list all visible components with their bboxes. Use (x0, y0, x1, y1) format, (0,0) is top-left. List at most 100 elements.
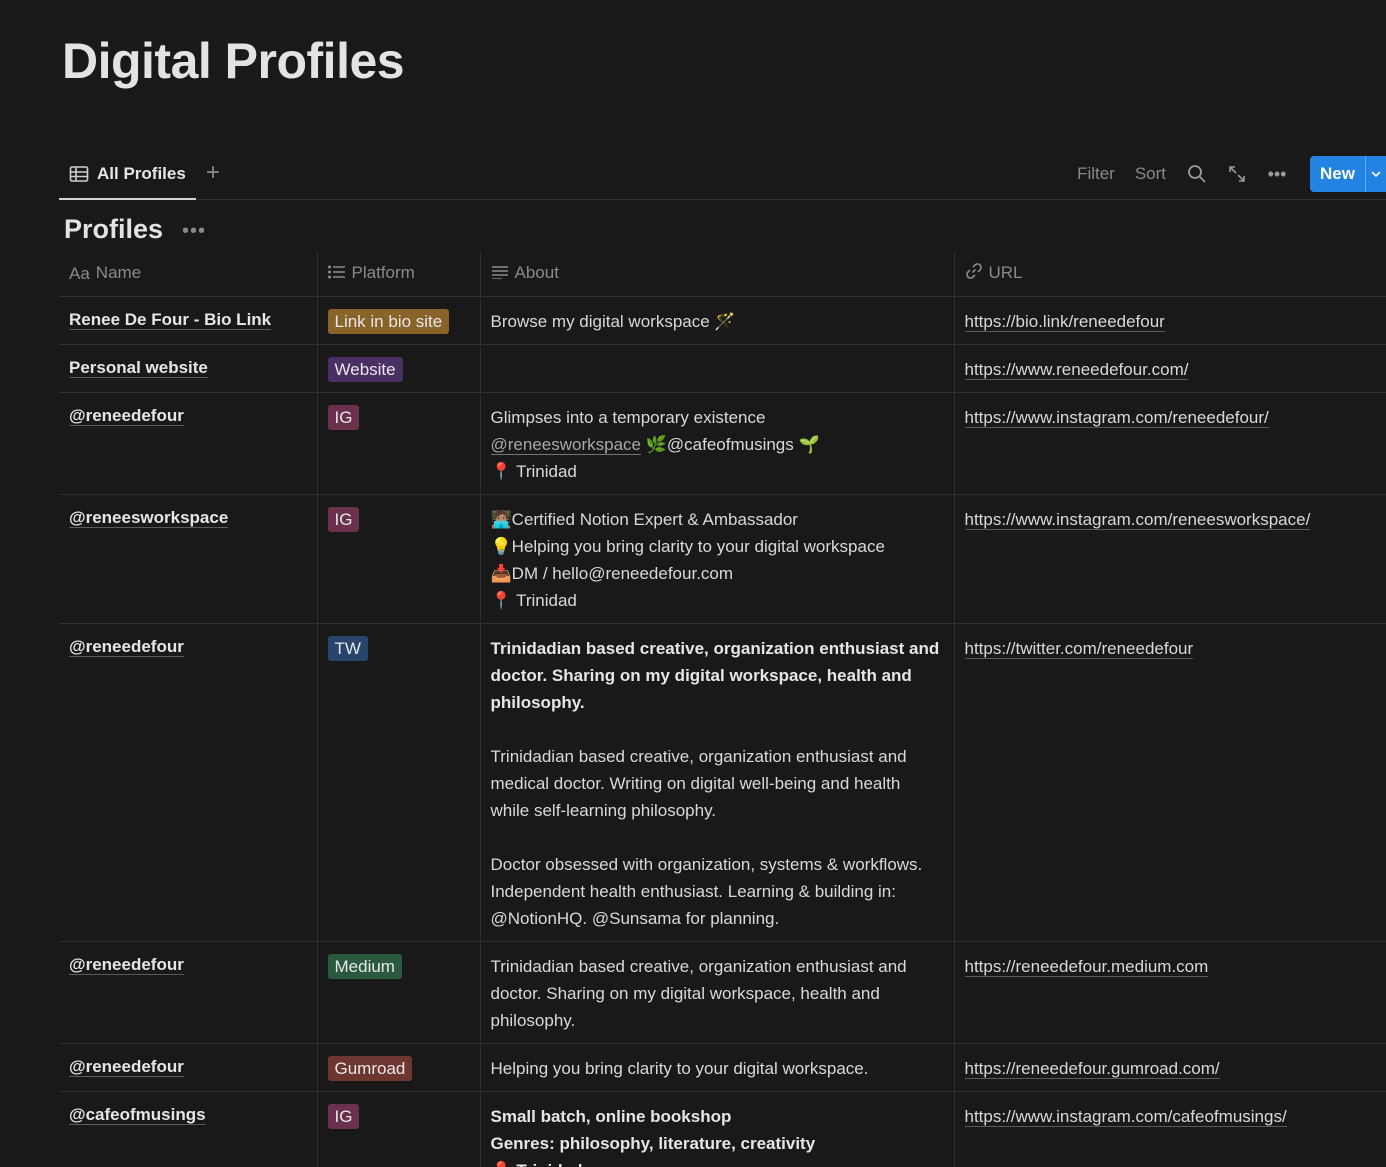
row-name[interactable]: @reneedefour (69, 636, 184, 657)
about-cell[interactable]: Small batch, online bookshop Genres: phi… (480, 1091, 955, 1167)
platform-cell[interactable]: IG (317, 1091, 481, 1167)
about-text: Trinidadian based creative, organization… (490, 638, 940, 712)
platform-cell[interactable]: IG (317, 392, 481, 495)
table-row[interactable]: @reneedefour Medium Trinidadian based cr… (59, 941, 1386, 1044)
about-text: 📍 Trinidad (490, 461, 577, 481)
row-name[interactable]: Renee De Four - Bio Link (69, 309, 272, 330)
column-header-platform[interactable]: Platform (317, 252, 481, 297)
new-button-label[interactable]: New (1310, 156, 1366, 192)
name-cell[interactable]: @reneedefour (59, 623, 318, 942)
about-text: 🧑🏽‍💻Certified Notion Expert & Ambassador… (490, 509, 885, 610)
toolbar-actions: Filter Sort ••• New (1077, 156, 1386, 192)
search-icon[interactable] (1186, 163, 1208, 185)
platform-cell[interactable]: Website (317, 344, 481, 393)
platform-cell[interactable]: TW (317, 623, 481, 942)
tab-label: All Profiles (97, 164, 186, 183)
group-title: Profiles (64, 214, 164, 244)
database-page: Digital Profiles All Profiles + Filter S… (0, 0, 1386, 1167)
url-cell[interactable]: https://bio.link/reneedefour (954, 296, 1386, 345)
column-header-about[interactable]: About (480, 252, 955, 297)
url-link[interactable]: https://reneedefour.gumroad.com/ (964, 1058, 1220, 1079)
table-row[interactable]: Personal website Website https://www.ren… (59, 344, 1386, 393)
name-cell[interactable]: @reneedefour (59, 1043, 318, 1092)
row-name[interactable]: Personal website (69, 357, 208, 378)
about-cell[interactable]: Glimpses into a temporary existence @ren… (480, 392, 955, 495)
column-header-url[interactable]: URL (954, 252, 1386, 297)
column-label: URL (988, 263, 1023, 283)
row-name[interactable]: @cafeofmusings (69, 1104, 206, 1125)
about-cell[interactable]: Browse my digital workspace 🪄 (480, 296, 955, 345)
url-link[interactable]: https://www.instagram.com/cafeofmusings/ (964, 1106, 1287, 1127)
platform-tag: IG (327, 1103, 360, 1129)
url-link[interactable]: https://www.instagram.com/reneedefour/ (964, 407, 1269, 428)
url-link[interactable]: https://www.reneedefour.com/ (964, 359, 1189, 380)
table-row[interactable]: @reneedefour TW Trinidadian based creati… (59, 623, 1386, 942)
more-options-icon[interactable]: ••• (1266, 163, 1288, 185)
text-lines-icon (491, 264, 509, 284)
group-more-icon[interactable]: ••• (182, 220, 206, 243)
url-link[interactable]: https://reneedefour.medium.com (964, 956, 1209, 977)
row-name[interactable]: @reneedefour (69, 954, 184, 975)
table-row[interactable]: @reneesworkspace IG 🧑🏽‍💻Certified Notion… (59, 494, 1386, 624)
row-name[interactable]: @reneedefour (69, 405, 184, 426)
tab-all-profiles[interactable]: All Profiles (59, 150, 196, 200)
url-cell[interactable]: https://www.instagram.com/reneesworkspac… (954, 494, 1386, 624)
platform-cell[interactable]: Link in bio site (317, 296, 481, 345)
filter-button[interactable]: Filter (1077, 164, 1115, 184)
sort-button[interactable]: Sort (1135, 164, 1166, 184)
column-label: Name (95, 263, 142, 283)
name-cell[interactable]: Personal website (59, 344, 318, 393)
about-text-fragment: 🌿@cafeofmusings 🌱 (641, 434, 820, 454)
url-cell[interactable]: https://reneedefour.medium.com (954, 941, 1386, 1044)
url-cell[interactable]: https://twitter.com/reneedefour (954, 623, 1386, 942)
platform-tag: IG (327, 404, 360, 430)
about-cell[interactable]: 🧑🏽‍💻Certified Notion Expert & Ambassador… (480, 494, 955, 624)
name-cell[interactable]: @cafeofmusings (59, 1091, 318, 1167)
url-cell[interactable]: https://www.instagram.com/reneedefour/ (954, 392, 1386, 495)
row-name[interactable]: @reneesworkspace (69, 507, 229, 528)
about-text: Helping you bring clarity to your digita… (490, 1058, 869, 1078)
table-row[interactable]: @reneedefour Gumroad Helping you bring c… (59, 1043, 1386, 1092)
new-button[interactable]: New (1310, 156, 1386, 192)
table-header-row: Aa Name Platform About URL (59, 252, 1386, 297)
url-cell[interactable]: https://reneedefour.gumroad.com/ (954, 1043, 1386, 1092)
about-cell[interactable]: Helping you bring clarity to your digita… (480, 1043, 955, 1092)
platform-tag: Website (327, 356, 403, 382)
list-property-icon (327, 264, 346, 284)
table-row[interactable]: Renee De Four - Bio Link Link in bio sit… (59, 296, 1386, 345)
column-label: Platform (351, 263, 415, 283)
about-text: Trinidadian based creative, organization… (490, 746, 907, 820)
about-cell[interactable]: Trinidadian based creative, organization… (480, 623, 955, 942)
page-title: Digital Profiles (62, 33, 405, 89)
name-cell[interactable]: @reneedefour (59, 392, 318, 495)
platform-cell[interactable]: Medium (317, 941, 481, 1044)
platform-tag: Link in bio site (327, 308, 450, 334)
table-row[interactable]: @cafeofmusings IG Small batch, online bo… (59, 1091, 1386, 1167)
link-icon (965, 262, 983, 285)
mention-link[interactable]: @reneesworkspace (490, 434, 641, 455)
add-view-icon[interactable]: + (201, 161, 225, 185)
url-cell[interactable]: https://www.reneedefour.com/ (954, 344, 1386, 393)
about-text: Doctor obsessed with organization, syste… (490, 854, 923, 928)
platform-cell[interactable]: IG (317, 494, 481, 624)
about-text: Small batch, online bookshop Genres: phi… (490, 1106, 816, 1167)
about-text: Glimpses into a temporary existence (490, 407, 766, 427)
table-row[interactable]: @reneedefour IG Glimpses into a temporar… (59, 392, 1386, 495)
about-cell[interactable]: Trinidadian based creative, organization… (480, 941, 955, 1044)
name-cell[interactable]: @reneesworkspace (59, 494, 318, 624)
name-cell[interactable]: Renee De Four - Bio Link (59, 296, 318, 345)
url-link[interactable]: https://www.instagram.com/reneesworkspac… (964, 509, 1311, 530)
chevron-down-icon[interactable] (1366, 156, 1386, 192)
url-link[interactable]: https://twitter.com/reneedefour (964, 638, 1194, 659)
url-link[interactable]: https://bio.link/reneedefour (964, 311, 1165, 332)
column-header-name[interactable]: Aa Name (59, 252, 318, 297)
expand-icon[interactable] (1226, 163, 1248, 185)
url-cell[interactable]: https://www.instagram.com/cafeofmusings/ (954, 1091, 1386, 1167)
row-name[interactable]: @reneedefour (69, 1056, 184, 1077)
about-text: Trinidadian based creative, organization… (490, 956, 907, 1030)
platform-cell[interactable]: Gumroad (317, 1043, 481, 1092)
platform-tag: IG (327, 506, 360, 532)
about-cell[interactable] (480, 344, 955, 393)
name-cell[interactable]: @reneedefour (59, 941, 318, 1044)
about-text: Browse my digital workspace 🪄 (490, 311, 736, 331)
